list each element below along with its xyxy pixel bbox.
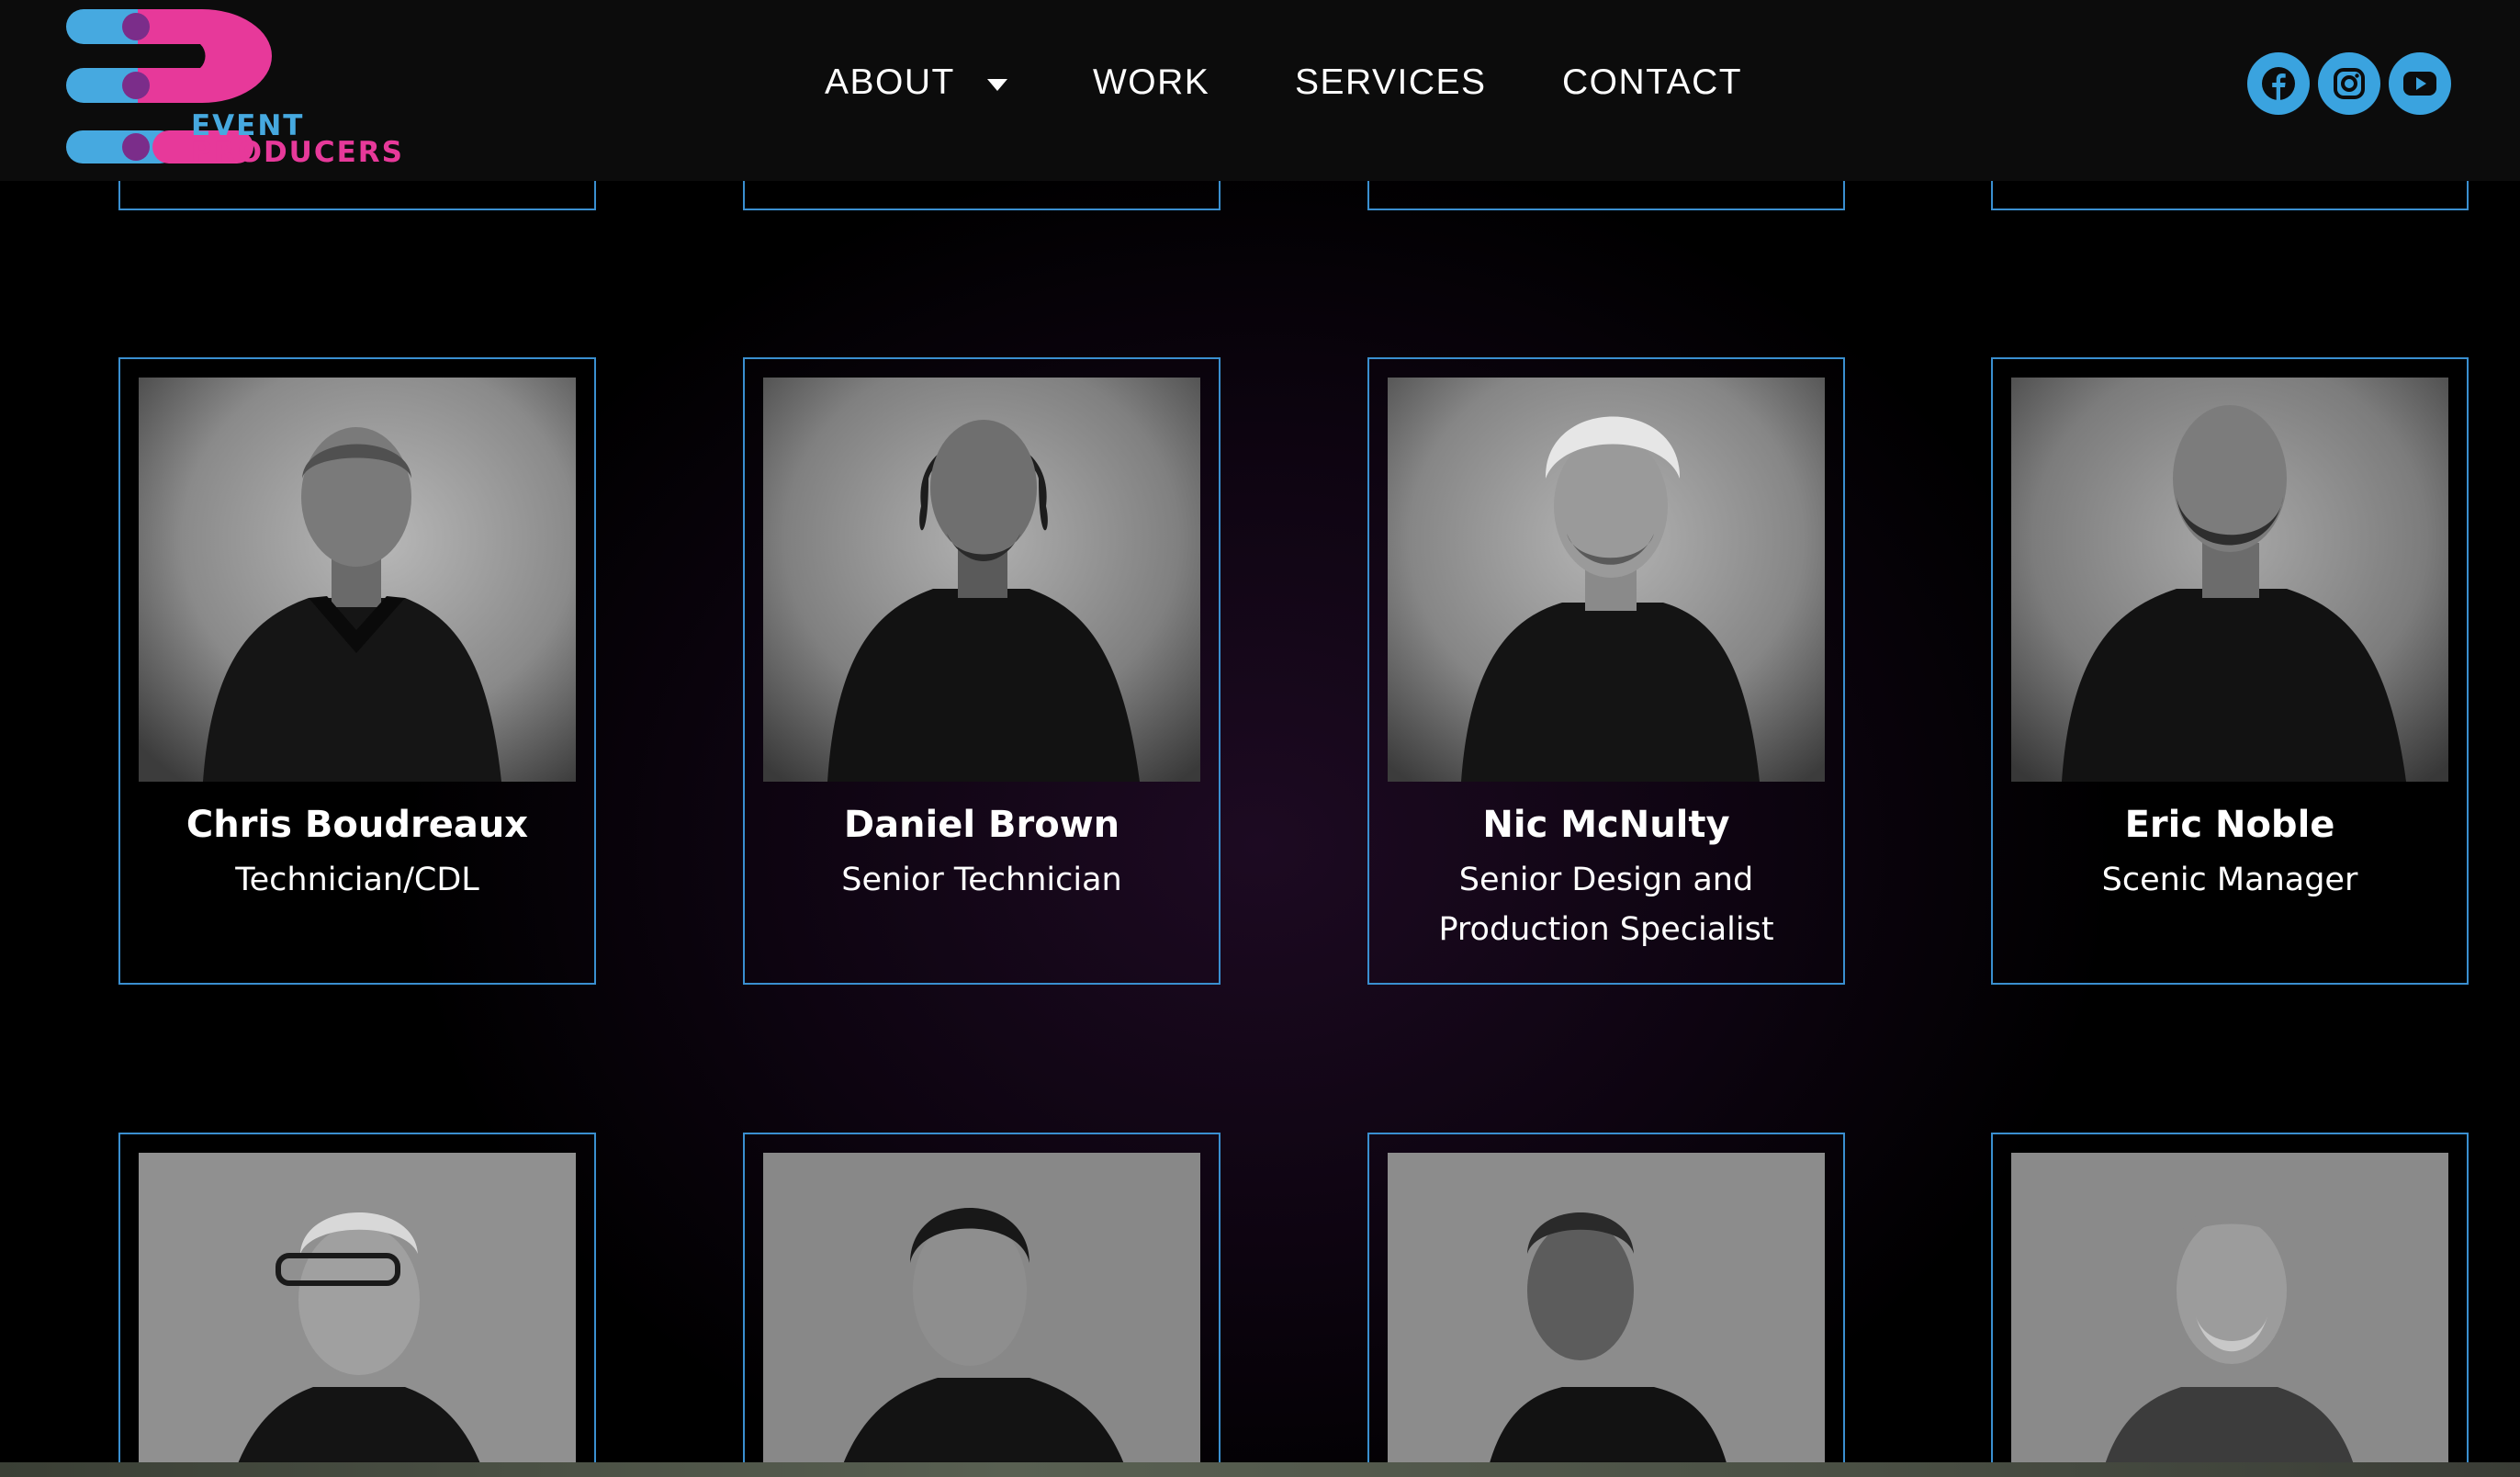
team-photo xyxy=(139,378,576,782)
team-card[interactable] xyxy=(1991,1133,2469,1477)
nav-services[interactable]: SERVICES xyxy=(1295,62,1487,103)
nav-work[interactable]: WORK xyxy=(1093,62,1209,103)
logo-word-producers: PRODUCERS xyxy=(191,136,404,169)
team-photo xyxy=(139,1153,576,1477)
team-member-title: Senior Design and Production Specialist xyxy=(1397,855,1816,954)
event-producers-logo[interactable]: EVENT PRODUCERS xyxy=(64,6,402,171)
instagram-icon xyxy=(2334,68,2365,99)
team-member-name: Nic McNulty xyxy=(1482,804,1730,846)
chevron-down-icon[interactable] xyxy=(987,79,1007,91)
facebook-icon xyxy=(2262,67,2295,100)
team-member-name: Chris Boudreaux xyxy=(186,804,529,846)
team-card[interactable]: Chris Boudreaux Technician/CDL xyxy=(118,357,596,985)
team-member-title-line: Production Specialist xyxy=(1438,911,1774,948)
youtube-icon xyxy=(2403,72,2436,96)
nav-about[interactable]: ABOUT xyxy=(825,62,955,103)
team-member-title: Technician/CDL xyxy=(235,862,479,898)
site-header: EVENT PRODUCERS ABOUT WORK SERVICES CONT… xyxy=(0,0,2520,181)
team-member-title: Senior Technician xyxy=(841,862,1122,898)
team-card[interactable] xyxy=(1367,1133,1845,1477)
facebook-link[interactable] xyxy=(2247,52,2310,115)
team-photo xyxy=(1388,1153,1825,1477)
team-photo xyxy=(763,1153,1200,1477)
bottom-strip xyxy=(0,1462,2520,1477)
youtube-link[interactable] xyxy=(2389,52,2451,115)
team-photo xyxy=(2011,1153,2448,1477)
team-member-name: Eric Noble xyxy=(2124,804,2335,846)
team-card[interactable]: Eric Noble Scenic Manager xyxy=(1991,357,2469,985)
instagram-link[interactable] xyxy=(2318,52,2380,115)
team-member-title: Scenic Manager xyxy=(2101,862,2358,898)
team-photo xyxy=(2011,378,2448,782)
nav-contact[interactable]: CONTACT xyxy=(1562,62,1742,103)
team-photo xyxy=(763,378,1200,782)
team-member-title-line: Senior Design and xyxy=(1458,862,1754,898)
team-photo xyxy=(1388,378,1825,782)
team-card[interactable]: Daniel Brown Senior Technician xyxy=(743,357,1221,985)
team-member-name: Daniel Brown xyxy=(843,804,1120,846)
team-card[interactable] xyxy=(118,1133,596,1477)
team-card[interactable]: Nic McNulty Senior Design and Production… xyxy=(1367,357,1845,985)
team-card[interactable] xyxy=(743,1133,1221,1477)
